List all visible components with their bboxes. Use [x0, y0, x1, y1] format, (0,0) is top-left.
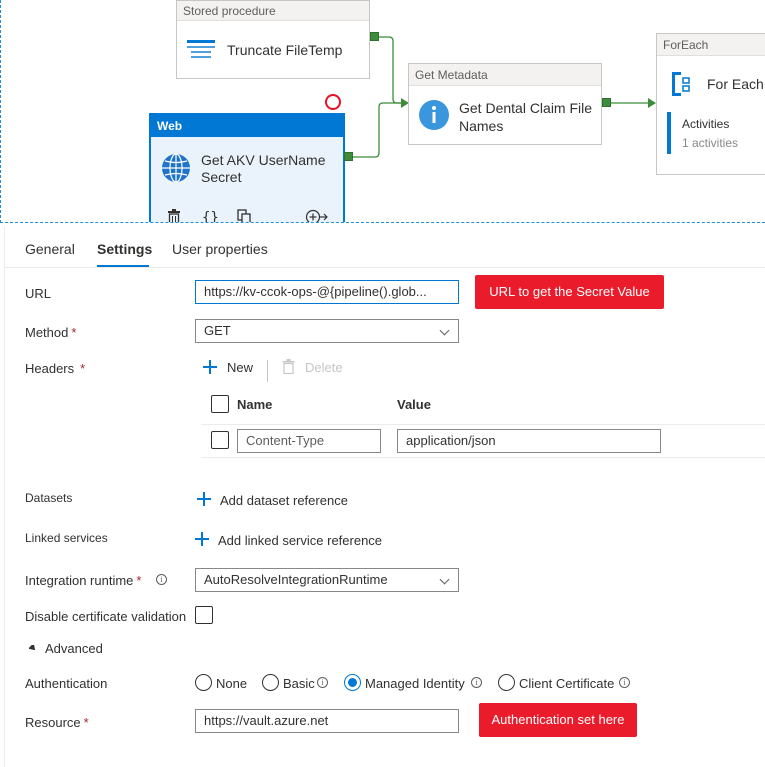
advanced-toggle[interactable]: Advanced	[29, 641, 129, 659]
activity-type-label: Web	[151, 115, 343, 137]
activity-type-label: Stored procedure	[177, 1, 369, 21]
auth-option-basic: Basic	[283, 676, 315, 691]
integration-runtime-select[interactable]: AutoResolveIntegrationRuntime	[195, 568, 459, 592]
activity-type-label: Get Metadata	[409, 64, 601, 86]
delete-icon[interactable]	[167, 209, 181, 222]
pipeline-canvas[interactable]: Stored procedure Truncate FileTemp Get M…	[0, 0, 765, 223]
annotation-circle	[325, 94, 341, 110]
header-name-input[interactable]: Content-Type	[237, 429, 381, 453]
tab-general[interactable]: General	[25, 241, 75, 257]
web-activity[interactable]: Web Get AKV UserName Secret {}	[150, 114, 344, 222]
disable-cert-label: Disable certificate validation	[25, 609, 187, 624]
url-callout: URL to get the Secret Value	[475, 275, 664, 309]
activity-name-line2: Secret	[201, 169, 242, 185]
delete-icon	[282, 359, 295, 374]
select-all-headers-checkbox[interactable]	[211, 395, 229, 413]
plus-icon	[203, 360, 217, 374]
new-header-button[interactable]: New	[203, 359, 263, 377]
info-icon[interactable]: i	[317, 677, 328, 688]
url-input[interactable]: https://kv-ccok-ops-@{pipeline().glob...	[195, 280, 459, 304]
caret-down-icon	[29, 645, 36, 651]
auth-radio-managed-identity[interactable]	[344, 674, 361, 691]
info-icon[interactable]: i	[619, 677, 630, 688]
info-icon[interactable]: i	[471, 677, 482, 688]
auth-radio-basic[interactable]	[262, 674, 279, 691]
activity-name: Truncate FileTemp	[227, 42, 343, 58]
tab-user-properties[interactable]: User properties	[172, 241, 268, 257]
globe-icon	[162, 153, 190, 183]
chevron-down-icon	[439, 574, 450, 585]
web-success-port[interactable]	[344, 152, 353, 161]
connector-lines	[353, 36, 656, 158]
header-grid-divider	[201, 424, 765, 425]
add-output-icon[interactable]	[305, 209, 329, 222]
disable-cert-checkbox[interactable]	[195, 606, 213, 624]
header-row-checkbox[interactable]	[211, 431, 229, 449]
resource-label: Resource *	[25, 715, 89, 730]
delete-header-button[interactable]: Delete	[282, 359, 352, 377]
stored-procedure-success-port[interactable]	[370, 32, 379, 41]
activity-name-line1: Get AKV UserName	[201, 152, 326, 168]
tab-settings[interactable]: Settings	[97, 241, 152, 257]
stored-procedure-activity[interactable]: Stored procedure Truncate FileTemp	[176, 0, 370, 79]
resource-input[interactable]: https://vault.azure.net	[195, 709, 459, 733]
auth-radio-client-certificate[interactable]	[498, 674, 515, 691]
activity-name-line2: Names	[459, 118, 504, 134]
header-toolbar-divider	[267, 360, 268, 382]
activity-properties-panel: General Settings User properties URL htt…	[4, 227, 765, 767]
url-label: URL	[25, 286, 52, 301]
copy-icon[interactable]	[237, 209, 252, 222]
foreach-activity[interactable]: ForEach For Each F Activities 1 activiti…	[656, 33, 765, 175]
auth-option-managed-identity: Managed Identity	[365, 676, 465, 691]
linked-services-label: Linked services	[25, 531, 108, 545]
integration-runtime-value: AutoResolveIntegrationRuntime	[204, 572, 388, 587]
plus-icon	[195, 532, 209, 546]
tab-bar: General Settings User properties	[5, 227, 765, 268]
activities-label: Activities	[682, 117, 730, 131]
resource-callout: Authentication set here	[479, 703, 637, 737]
active-tab-indicator	[97, 265, 149, 267]
auth-radio-none[interactable]	[195, 674, 212, 691]
auth-option-client-certificate: Client Certificate	[519, 676, 615, 691]
foreach-icon	[672, 72, 690, 96]
add-linked-service-button[interactable]: Add linked service reference	[195, 532, 395, 550]
activity-type-label: ForEach	[657, 34, 765, 56]
info-icon[interactable]: i	[156, 574, 167, 585]
datasets-label: Datasets	[25, 491, 73, 505]
header-name-column: Name	[237, 397, 273, 412]
activities-accent-bar	[667, 112, 671, 154]
activity-name: For Each F	[707, 76, 765, 92]
add-dataset-button[interactable]: Add dataset reference	[197, 492, 367, 510]
get-metadata-activity[interactable]: Get Metadata Get Dental Claim File Names	[408, 63, 602, 145]
chevron-down-icon	[439, 325, 450, 336]
activity-name-line1: Get Dental Claim File	[459, 100, 593, 116]
method-value: GET	[204, 323, 231, 338]
header-value-column: Value	[397, 397, 431, 412]
header-grid-divider-bottom	[201, 457, 765, 458]
activities-count: 1 activities	[682, 136, 739, 150]
method-label: Method *	[25, 325, 77, 340]
plus-icon	[197, 492, 211, 506]
header-value-input[interactable]: application/json	[397, 429, 661, 453]
headers-label: Headers *	[25, 361, 86, 376]
info-circle-icon	[419, 100, 449, 130]
method-select[interactable]: GET	[195, 319, 459, 343]
authentication-label: Authentication	[25, 676, 108, 691]
get-metadata-success-port[interactable]	[602, 98, 611, 107]
auth-option-none: None	[216, 676, 248, 691]
code-braces-icon[interactable]: {}	[202, 209, 219, 222]
integration-runtime-label: Integration runtime *	[25, 573, 142, 588]
stored-procedure-icon	[187, 40, 215, 58]
